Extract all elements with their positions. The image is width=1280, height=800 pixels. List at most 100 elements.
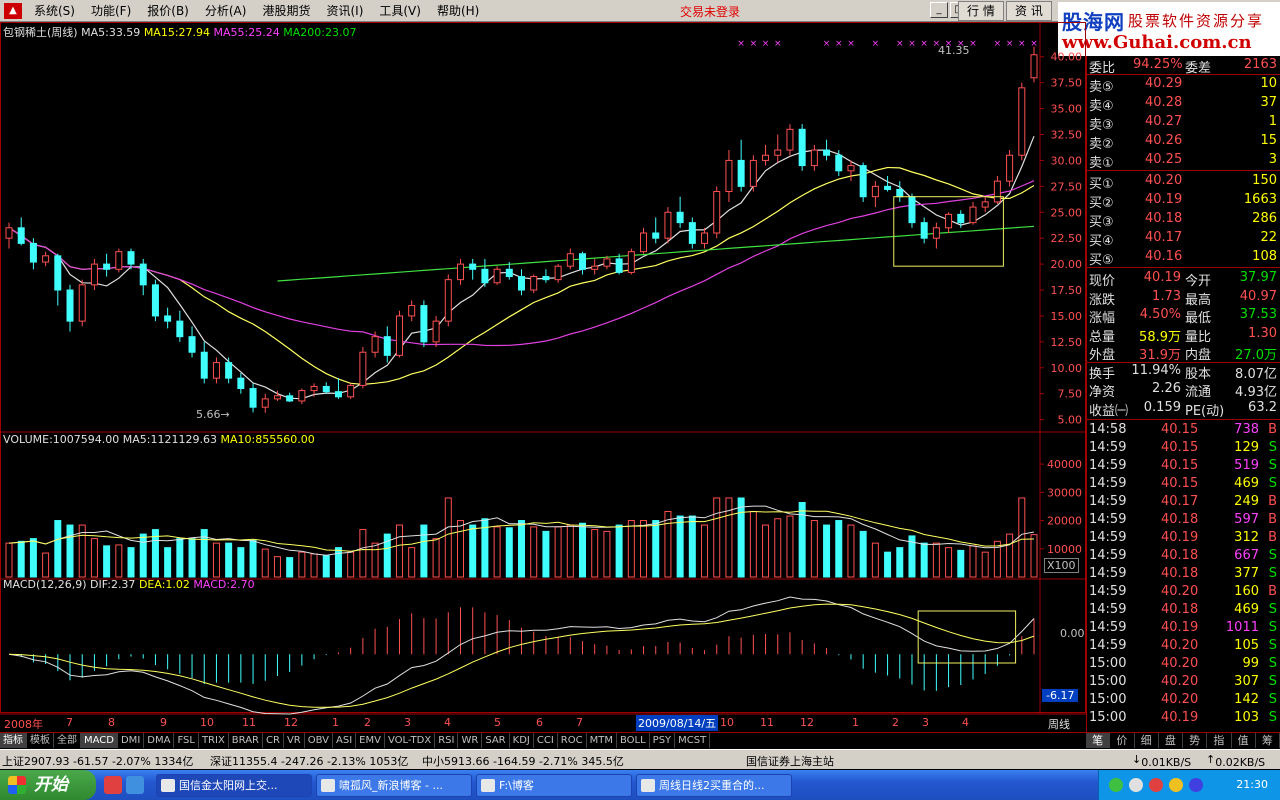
tray-security-icon[interactable]	[1169, 778, 1183, 792]
indicator-tab[interactable]: KDJ	[510, 733, 534, 748]
candle-body	[725, 159, 733, 193]
tab-news[interactable]: 资 讯	[1006, 1, 1052, 21]
quote-tab[interactable]: 势	[1183, 733, 1208, 748]
start-button[interactable]: 开始	[0, 770, 96, 800]
menu-tools[interactable]: 工具(V)	[371, 0, 429, 22]
indicator-tab[interactable]: VOL-TDX	[385, 733, 436, 748]
tab-market[interactable]: 行 情	[958, 1, 1004, 21]
dea-value: DEA:1.02	[138, 578, 190, 591]
indicator-tab[interactable]: SAR	[482, 733, 510, 748]
index-shanghai[interactable]: 上证2907.93 -61.57 -2.07% 1334亿	[2, 753, 193, 769]
index-smallcap[interactable]: 中小5913.66 -164.59 -2.71% 345.5亿	[422, 753, 624, 769]
ask-row[interactable]: 卖④ 40.28 37	[1087, 94, 1280, 114]
indicator-tab[interactable]: 全部	[54, 733, 81, 748]
indicator-tab[interactable]: DMI	[118, 733, 145, 748]
stat-value: 1.73	[1152, 288, 1181, 304]
stat-label: 最高	[1185, 292, 1212, 308]
indicator-tab[interactable]: BOLL	[617, 733, 650, 748]
volume-bar	[249, 539, 257, 578]
ask-row[interactable]: 卖⑤ 40.29 10	[1087, 75, 1280, 95]
quote-tab[interactable]: 盘	[1159, 733, 1183, 748]
index-shenzhen[interactable]: 深证11355.4 -247.26 -2.13% 1053亿	[210, 753, 408, 769]
candle-body	[786, 128, 794, 151]
quote-tab[interactable]: 值	[1232, 733, 1256, 748]
tray-volume-icon[interactable]	[1129, 778, 1143, 792]
indicator-tab[interactable]: ASI	[333, 733, 357, 748]
ask-row[interactable]: 卖② 40.26 15	[1087, 132, 1280, 152]
quote-tab[interactable]: 筹	[1256, 733, 1280, 748]
indicator-tab[interactable]: VR	[284, 733, 305, 748]
tick-volume: 249	[1234, 494, 1259, 509]
macd-params: MACD(12,26,9)	[3, 578, 87, 591]
app-logo-icon[interactable]: ▲	[4, 2, 22, 19]
indicator-tab[interactable]: TRIX	[199, 733, 229, 748]
task-word-document[interactable]: 周线日线2买重合的...	[636, 774, 792, 797]
bid-row[interactable]: 买③ 40.18 286	[1087, 210, 1280, 230]
brand-banner[interactable]: 股海网 股票软件资源分享 www.Guhai.com.cn	[1058, 2, 1280, 56]
menu-system[interactable]: 系统(S)	[26, 0, 83, 22]
task-blog-browser[interactable]: 啸孤风_新浪博客 - ...	[316, 774, 472, 797]
indicator-tab[interactable]: RSI	[435, 733, 459, 748]
candle-body	[993, 180, 1001, 203]
menu-function[interactable]: 功能(F)	[83, 0, 139, 22]
indicator-tab[interactable]: PSY	[650, 733, 676, 748]
tick-volume: 105	[1234, 638, 1259, 653]
menu-analysis[interactable]: 分析(A)	[197, 0, 255, 22]
indicator-tab[interactable]: WR	[458, 733, 483, 748]
tray-im-icon[interactable]	[1189, 778, 1203, 792]
dif-value: DIF:2.37	[90, 578, 136, 591]
volume-bar	[627, 520, 635, 578]
tray-network-icon[interactable]	[1109, 778, 1123, 792]
tick-time: 14:59	[1089, 602, 1127, 617]
quote-tab[interactable]: 指	[1207, 733, 1232, 748]
stat-row: 涨跌 1.73 最高 40.97	[1087, 288, 1280, 308]
menu-help[interactable]: 帮助(H)	[429, 0, 487, 22]
server-name[interactable]: 国信证券上海主站	[746, 753, 834, 769]
indicator-tab[interactable]: ROC	[558, 733, 587, 748]
quote-tab[interactable]: 价	[1110, 733, 1135, 748]
stat-label: 涨跌	[1089, 292, 1116, 308]
chart-frame	[0, 22, 1086, 715]
signal-marker: ×	[835, 39, 843, 49]
bid-row[interactable]: 买② 40.19 1663	[1087, 191, 1280, 211]
indicator-tab[interactable]: DMA	[144, 733, 175, 748]
menu-quote[interactable]: 报价(B)	[139, 0, 197, 22]
minimize-icon[interactable]: _	[930, 2, 948, 18]
ask-row[interactable]: 卖③ 40.27 1	[1087, 113, 1280, 133]
task-trading-client[interactable]: 国信金太阳网上交...	[156, 774, 312, 797]
ask-row[interactable]: 卖① 40.25 3	[1087, 151, 1280, 171]
kline-chart[interactable]: 40.0037.5035.0032.5030.0027.5025.0022.50…	[0, 22, 1086, 732]
tick-side: B	[1268, 584, 1277, 599]
indicator-tab[interactable]: BRAR	[229, 733, 263, 748]
y-tick-label: 37.50	[1051, 77, 1083, 90]
time-label: 2008年	[4, 718, 43, 731]
quote-tab[interactable]: 细	[1135, 733, 1159, 748]
indicator-tab[interactable]: OBV	[305, 733, 333, 748]
volume-bar	[1018, 497, 1026, 578]
indicator-tab[interactable]: CCI	[534, 733, 558, 748]
status-bar: 上证2907.93 -61.57 -2.07% 1334亿 深证11355.4 …	[0, 749, 1280, 769]
indicator-tab[interactable]: CR	[263, 733, 284, 748]
bid-row[interactable]: 买④ 40.17 22	[1087, 229, 1280, 249]
indicator-tab[interactable]: EMV	[356, 733, 385, 748]
indicator-tab[interactable]: 指标	[0, 733, 27, 748]
menu-hk-futures[interactable]: 港股期货	[254, 0, 318, 22]
indicator-tab[interactable]: MCST	[675, 733, 711, 748]
bid-row[interactable]: 买⑤ 40.16 108	[1087, 248, 1280, 268]
volume-bar	[542, 530, 550, 578]
indicator-tab[interactable]: MACD	[81, 733, 118, 748]
quicklaunch-ie-icon[interactable]	[126, 776, 144, 794]
quote-tab[interactable]: 笔	[1086, 733, 1111, 748]
bid-row[interactable]: 买① 40.20 150	[1087, 172, 1280, 192]
tick-side: B	[1268, 530, 1277, 545]
menu-news[interactable]: 资讯(I)	[318, 0, 371, 22]
task-explorer-folder[interactable]: F:\博客	[476, 774, 632, 797]
period-label[interactable]: 周线	[1048, 716, 1070, 732]
clock[interactable]: 21:30	[1236, 778, 1268, 791]
quicklaunch-app-icon[interactable]	[104, 776, 122, 794]
indicator-tab[interactable]: FSL	[174, 733, 199, 748]
tray-app-icon[interactable]	[1149, 778, 1163, 792]
indicator-tab[interactable]: 模板	[27, 733, 54, 748]
indicator-tab[interactable]: MTM	[587, 733, 617, 748]
candle-body	[762, 154, 770, 161]
